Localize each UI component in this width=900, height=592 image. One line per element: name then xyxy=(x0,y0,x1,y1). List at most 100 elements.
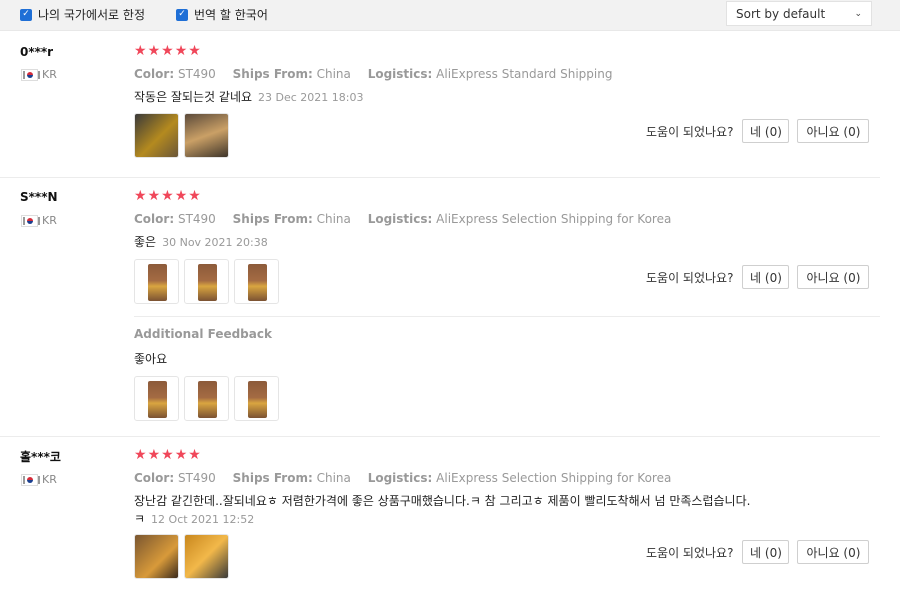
review-meta: Color: ST490 Ships From: China Logistics… xyxy=(134,67,625,81)
additional-feedback-text: 좋아요 xyxy=(134,352,168,366)
helpful-prompt: 도움이 되었나요? xyxy=(646,124,734,139)
star-icon: ★ xyxy=(174,188,188,204)
review-text: 좋은 30 Nov 2021 20:38 xyxy=(134,233,834,252)
star-icon: ★ xyxy=(134,188,147,204)
star-icon: ★ xyxy=(134,43,147,59)
review-body-cont: ㅋ xyxy=(134,512,146,526)
reviewer-name: 0***r xyxy=(20,45,54,59)
reviewer-name: S***N xyxy=(20,190,58,204)
color-label: Color: xyxy=(134,212,175,226)
korea-flag-icon xyxy=(21,473,40,486)
logistics-label: Logistics: xyxy=(367,212,433,226)
review-image[interactable] xyxy=(234,259,279,304)
helpful-yes-button[interactable]: 네 (0) xyxy=(742,265,790,289)
helpful-vote: 도움이 되었나요? 네 (0) 아니요 (0) xyxy=(646,540,870,564)
color-label: Color: xyxy=(134,67,175,81)
color-value: ST490 xyxy=(177,67,216,81)
additional-divider xyxy=(134,316,880,317)
local-country-checkbox[interactable]: ✓ 나의 국가에서로 한정 xyxy=(20,6,145,23)
sort-value: Sort by default xyxy=(736,6,826,21)
filter-bar: ✓ 나의 국가에서로 한정 ✓ 번역 할 한국어 Sort by default… xyxy=(0,0,900,31)
checkmark-icon: ✓ xyxy=(20,8,32,21)
star-rating: ★ ★ ★ ★ ★ xyxy=(134,188,201,204)
star-icon: ★ xyxy=(147,43,161,59)
star-icon: ★ xyxy=(188,447,201,463)
helpful-yes-button[interactable]: 네 (0) xyxy=(742,119,790,143)
korea-flag-icon xyxy=(21,68,40,81)
helpful-prompt: 도움이 되었나요? xyxy=(646,545,734,560)
review-images xyxy=(134,259,279,304)
korea-flag-icon xyxy=(21,214,40,227)
local-country-label: 나의 국가에서로 한정 xyxy=(38,8,145,22)
review-image[interactable] xyxy=(234,376,279,421)
helpful-no-button[interactable]: 아니요 (0) xyxy=(797,540,870,564)
additional-feedback-heading: Additional Feedback xyxy=(134,327,272,341)
country-code: KR xyxy=(42,68,57,81)
review-image[interactable] xyxy=(134,376,179,421)
star-icon: ★ xyxy=(147,188,161,204)
review-body: 작동은 잘되는것 같네요 xyxy=(134,90,253,104)
review-image[interactable] xyxy=(134,113,179,158)
star-icon: ★ xyxy=(188,43,201,59)
additional-images xyxy=(134,376,279,421)
logistics-value: AliExpress Selection Shipping for Korea xyxy=(436,212,672,226)
review-image[interactable] xyxy=(134,534,179,579)
review-text: 작동은 잘되는것 같네요 23 Dec 2021 18:03 xyxy=(134,88,834,107)
checkmark-icon: ✓ xyxy=(176,8,188,21)
review-date: 30 Nov 2021 20:38 xyxy=(162,236,268,249)
review-image[interactable] xyxy=(134,259,179,304)
star-icon: ★ xyxy=(147,447,161,463)
color-label: Color: xyxy=(134,471,175,485)
helpful-no-button[interactable]: 아니요 (0) xyxy=(797,119,870,143)
star-icon: ★ xyxy=(161,447,174,463)
review-divider xyxy=(0,436,880,437)
star-icon: ★ xyxy=(188,188,201,204)
star-icon: ★ xyxy=(161,43,174,59)
ships-from-value: China xyxy=(316,67,351,81)
review-body: 장난감 같긴한데..잘되네요ㅎ 저렴한가격에 좋은 상품구매했습니다.ㅋ 참 그… xyxy=(134,494,751,508)
country-code: KR xyxy=(42,214,57,227)
review-body: 좋은 xyxy=(134,235,157,249)
star-rating: ★ ★ ★ ★ ★ xyxy=(134,447,201,463)
color-value: ST490 xyxy=(177,471,216,485)
review-images xyxy=(134,534,229,579)
review-text: 장난감 같긴한데..잘되네요ㅎ 저렴한가격에 좋은 상품구매했습니다.ㅋ 참 그… xyxy=(134,492,834,529)
helpful-vote: 도움이 되었나요? 네 (0) 아니요 (0) xyxy=(646,265,870,289)
review-meta: Color: ST490 Ships From: China Logistics… xyxy=(134,212,684,226)
color-value: ST490 xyxy=(177,212,216,226)
ships-from-label: Ships From: xyxy=(232,471,313,485)
chevron-down-icon: ⌄ xyxy=(854,8,862,19)
reviewer-country: KR xyxy=(21,214,57,227)
ships-from-label: Ships From: xyxy=(232,67,313,81)
sort-select[interactable]: Sort by default ⌄ xyxy=(726,1,872,26)
reviewer-country: KR xyxy=(21,473,57,486)
country-code: KR xyxy=(42,473,57,486)
review-image[interactable] xyxy=(184,534,229,579)
ships-from-value: China xyxy=(316,471,351,485)
review-image[interactable] xyxy=(184,376,229,421)
star-icon: ★ xyxy=(134,447,147,463)
ships-from-label: Ships From: xyxy=(232,212,313,226)
helpful-yes-button[interactable]: 네 (0) xyxy=(742,540,790,564)
star-icon: ★ xyxy=(174,43,188,59)
review-meta: Color: ST490 Ships From: China Logistics… xyxy=(134,471,684,485)
reviewer-country: KR xyxy=(21,68,57,81)
review-date: 23 Dec 2021 18:03 xyxy=(258,91,364,104)
star-icon: ★ xyxy=(174,447,188,463)
translate-label: 번역 할 한국어 xyxy=(194,8,268,22)
helpful-prompt: 도움이 되었나요? xyxy=(646,270,734,285)
ships-from-value: China xyxy=(316,212,351,226)
translate-checkbox[interactable]: ✓ 번역 할 한국어 xyxy=(176,6,268,23)
review-divider xyxy=(0,177,880,178)
logistics-value: AliExpress Selection Shipping for Korea xyxy=(436,471,672,485)
review-date: 12 Oct 2021 12:52 xyxy=(151,513,255,526)
review-image[interactable] xyxy=(184,259,229,304)
review-image[interactable] xyxy=(184,113,229,158)
logistics-value: AliExpress Standard Shipping xyxy=(436,67,613,81)
reviewer-name: 홀***코 xyxy=(20,450,61,464)
logistics-label: Logistics: xyxy=(367,471,433,485)
star-icon: ★ xyxy=(161,188,174,204)
helpful-no-button[interactable]: 아니요 (0) xyxy=(797,265,870,289)
star-rating: ★ ★ ★ ★ ★ xyxy=(134,43,201,59)
logistics-label: Logistics: xyxy=(367,67,433,81)
